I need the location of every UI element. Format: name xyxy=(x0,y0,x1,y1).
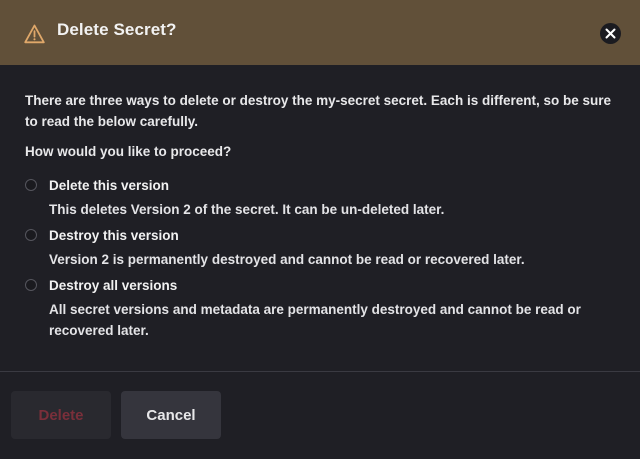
dialog-body: There are three ways to delete or destro… xyxy=(0,65,640,371)
option-description: All secret versions and metadata are per… xyxy=(49,302,581,338)
option-label[interactable]: Destroy all versions xyxy=(49,278,177,293)
radio-destroy-all-versions[interactable] xyxy=(25,279,37,291)
radio-destroy-this-version[interactable] xyxy=(25,229,37,241)
dialog-title: Delete Secret? xyxy=(57,20,177,39)
warning-triangle-icon xyxy=(24,24,45,44)
option-label[interactable]: Destroy this version xyxy=(49,228,179,243)
dialog-question: How would you like to proceed? xyxy=(25,144,232,159)
close-icon xyxy=(605,28,616,39)
dialog-footer: Delete Cancel xyxy=(0,372,640,459)
delete-button[interactable]: Delete xyxy=(11,391,111,439)
close-button[interactable] xyxy=(600,23,621,44)
dialog-header: Delete Secret? xyxy=(0,0,640,65)
radio-delete-this-version[interactable] xyxy=(25,179,37,191)
delete-secret-dialog: Delete Secret? There are three ways to d… xyxy=(0,0,640,459)
option-description: This deletes Version 2 of the secret. It… xyxy=(49,202,445,217)
option-description: Version 2 is permanently destroyed and c… xyxy=(49,252,525,267)
option-label[interactable]: Delete this version xyxy=(49,178,169,193)
cancel-button[interactable]: Cancel xyxy=(121,391,221,439)
dialog-description: There are three ways to delete or destro… xyxy=(25,93,611,129)
